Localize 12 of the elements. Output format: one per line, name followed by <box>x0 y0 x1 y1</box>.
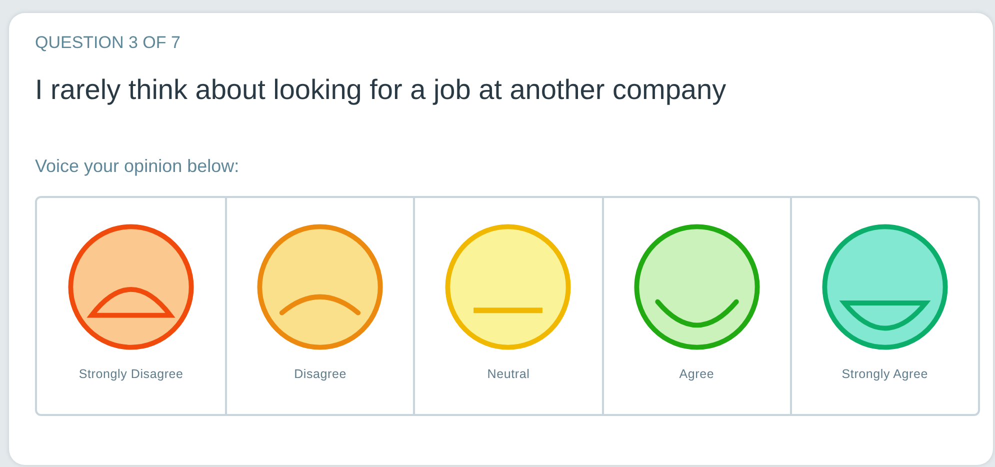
prompt-text: Voice your opinion below: <box>35 155 240 177</box>
option-label: Neutral <box>487 367 530 381</box>
option-label: Agree <box>679 367 714 381</box>
option-label: Disagree <box>294 367 346 381</box>
opinion-option[interactable]: Disagree <box>225 198 414 414</box>
option-label: Strongly Agree <box>842 367 928 381</box>
option-label: Strongly Disagree <box>78 367 184 381</box>
question-text: I rarely think about looking for a job at another company <box>35 73 728 107</box>
opinion-option[interactable]: Strongly Disagree <box>37 198 226 414</box>
opinion-option[interactable]: Strongly Agree <box>790 198 978 414</box>
opinion-option[interactable]: Agree <box>602 198 790 414</box>
opinion-option[interactable]: Neutral <box>413 198 602 414</box>
